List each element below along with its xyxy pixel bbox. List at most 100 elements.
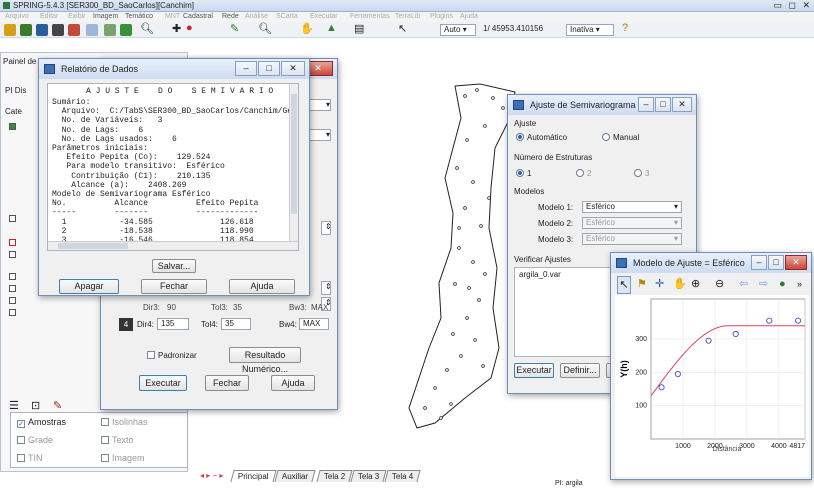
- scale-select[interactable]: Auto ▾: [440, 24, 476, 36]
- maximize-button[interactable]: □: [768, 255, 784, 270]
- define-button[interactable]: Definir...: [560, 363, 600, 378]
- panel-tool-icon[interactable]: ✎: [53, 399, 62, 412]
- checkbox-isolinhas[interactable]: Isolinhas: [101, 417, 148, 427]
- menu-analise[interactable]: Análise: [245, 12, 268, 22]
- forward-icon[interactable]: ⇨: [759, 276, 768, 292]
- tree-node-7[interactable]: [9, 297, 16, 304]
- image-icon[interactable]: [104, 24, 116, 36]
- standardize-checkbox[interactable]: Padronizar: [147, 351, 197, 360]
- numeric-result-button[interactable]: Resultado Numérico...: [229, 347, 301, 374]
- menu-ferramentas[interactable]: Ferramentas: [350, 12, 390, 22]
- maximize-button[interactable]: □: [258, 61, 280, 76]
- menu-imagem[interactable]: Imagem: [93, 12, 118, 22]
- tree-node-3[interactable]: [9, 239, 16, 246]
- tree-node-2[interactable]: [9, 215, 16, 222]
- info-icon[interactable]: ●: [186, 22, 193, 34]
- delete-button[interactable]: Apagar: [59, 279, 119, 294]
- structures-radio-3[interactable]: 3: [634, 169, 649, 178]
- spinner-2[interactable]: ⇕: [321, 281, 332, 295]
- table-icon[interactable]: [120, 24, 132, 36]
- execute-fit-button[interactable]: Executar: [514, 363, 554, 378]
- pencil-icon[interactable]: [68, 24, 80, 36]
- tree-node-5[interactable]: [9, 273, 16, 280]
- pan-icon[interactable]: ✋: [300, 22, 314, 35]
- minimize-icon[interactable]: ▭: [773, 0, 782, 11]
- tol4-input[interactable]: 35: [221, 318, 251, 330]
- tab-tela3[interactable]: Tela 3: [350, 470, 387, 482]
- zoom-in-icon[interactable]: ⊕: [691, 276, 700, 292]
- checkbox-texto[interactable]: Texto: [101, 435, 134, 445]
- menu-editar[interactable]: Editar: [40, 12, 58, 22]
- tree-node-6[interactable]: [9, 285, 16, 292]
- help-report-button[interactable]: Ajuda: [229, 279, 295, 294]
- graph-icon[interactable]: ▤: [354, 22, 364, 35]
- menu-tematico[interactable]: Temático: [125, 12, 153, 22]
- dir4-input[interactable]: 135: [157, 318, 189, 330]
- minimize-button[interactable]: –: [751, 255, 767, 270]
- save-button[interactable]: Salvar...: [152, 259, 196, 273]
- menu-arquivo[interactable]: Arquivo: [5, 12, 29, 22]
- tab-tela4[interactable]: Tela 4: [384, 470, 421, 482]
- flag-icon[interactable]: ⚑: [637, 276, 647, 292]
- minimize-button[interactable]: –: [638, 97, 654, 112]
- help-icon[interactable]: ?: [622, 22, 628, 34]
- close-report-button[interactable]: Fechar: [141, 279, 207, 294]
- measure-icon[interactable]: ✎: [230, 22, 239, 35]
- horizontal-scrollbar[interactable]: [48, 241, 298, 250]
- restore-icon[interactable]: ◻: [789, 0, 796, 11]
- crosshair-icon[interactable]: ✛: [655, 276, 664, 292]
- menu-plugins[interactable]: Plugins: [430, 12, 453, 22]
- menu-cadastral[interactable]: Cadastral: [183, 12, 213, 22]
- model2-select[interactable]: Esférico ▾: [582, 217, 682, 229]
- menu-terralib[interactable]: TerraLib: [395, 12, 420, 22]
- tab-principal[interactable]: Principal: [230, 470, 277, 482]
- pointer-icon[interactable]: ↖: [398, 22, 407, 35]
- model3-select[interactable]: Esférico ▾: [582, 233, 682, 245]
- help-button[interactable]: Ajuda: [271, 375, 315, 391]
- zoom-in-icon[interactable]: 🔍︎: [140, 22, 154, 35]
- color-icon[interactable]: ▲: [326, 22, 337, 34]
- move-icon[interactable]: ✚: [172, 22, 181, 35]
- panel-list-icon[interactable]: ☰: [9, 399, 19, 412]
- tab-auxiliar[interactable]: Auxiliar: [274, 470, 316, 482]
- checkbox-amostras[interactable]: ✓ Amostras: [17, 417, 66, 428]
- hand-icon[interactable]: ✋: [673, 276, 687, 292]
- model1-select[interactable]: Esférico ▾: [582, 201, 682, 213]
- menu-rede[interactable]: Rede: [222, 12, 239, 22]
- tab-arrows[interactable]: ◂ ▸ − ▸: [200, 471, 223, 480]
- checkbox-tin[interactable]: TIN: [17, 453, 43, 463]
- close-icon[interactable]: ✕: [802, 0, 810, 11]
- tree-node-4[interactable]: [9, 251, 16, 258]
- vertical-scrollbar[interactable]: [289, 84, 298, 242]
- structures-radio-1[interactable]: 1: [516, 169, 531, 178]
- close-button[interactable]: ✕: [281, 61, 305, 76]
- globe-icon[interactable]: ●: [779, 276, 786, 292]
- auto-radio[interactable]: Automático: [516, 133, 567, 142]
- tree-node-8[interactable]: [9, 309, 16, 316]
- back-icon[interactable]: ⇦: [739, 276, 748, 292]
- minimize-button[interactable]: –: [235, 61, 257, 76]
- state-select[interactable]: Inativa ▾: [566, 24, 614, 36]
- checkbox-imagem[interactable]: Imagem: [101, 453, 145, 463]
- zoom-out-icon[interactable]: 🔍︎: [258, 22, 272, 35]
- checkbox-grade[interactable]: Grade: [17, 435, 53, 445]
- project-icon[interactable]: [20, 24, 32, 36]
- spinner-1[interactable]: ⇕: [321, 221, 332, 235]
- semivariogram-chart[interactable]: 100200300 1000 2000 3000 4000 4817 Y(h) Dist…: [615, 295, 809, 477]
- more-icon[interactable]: »: [797, 276, 802, 292]
- maximize-button[interactable]: □: [655, 97, 671, 112]
- menu-executar[interactable]: Executar: [310, 12, 338, 22]
- tab-tela2[interactable]: Tela 2: [316, 470, 353, 482]
- select-icon[interactable]: [86, 24, 98, 36]
- menu-ajuda[interactable]: Ajuda: [460, 12, 478, 22]
- pointer-icon[interactable]: ↖: [617, 276, 631, 294]
- scale-value-field[interactable]: 1/ 45953.410156: [480, 24, 560, 36]
- zoom-out-icon[interactable]: ⊖: [715, 276, 724, 292]
- panel-grid-icon[interactable]: ⊡: [31, 399, 40, 412]
- close-dialog-button[interactable]: Fechar: [205, 375, 249, 391]
- scrollbar-thumb[interactable]: [291, 94, 297, 214]
- close-button[interactable]: ✕: [785, 255, 807, 270]
- menu-mnt[interactable]: MNT: [165, 12, 180, 22]
- tree-node-1[interactable]: [9, 123, 16, 130]
- report-text-area[interactable]: A J U S T E D O S E M I V A R I O Sumári…: [47, 83, 299, 251]
